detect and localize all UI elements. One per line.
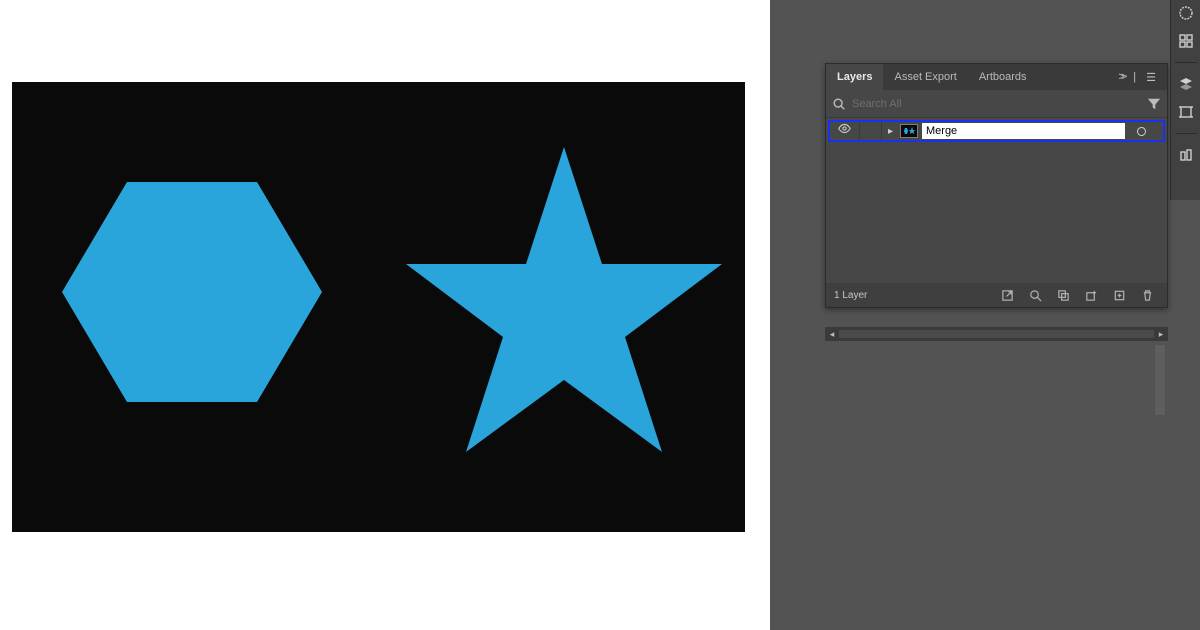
right-icon-rail [1170, 0, 1200, 200]
scroll-left-icon[interactable]: ◂ [825, 329, 839, 340]
artboard-svg [12, 82, 745, 532]
panel-menu-icon[interactable]: ☰ [1141, 71, 1161, 84]
rail-divider [1175, 62, 1197, 63]
search-icon [832, 97, 846, 111]
layer-search-row [826, 90, 1167, 118]
panel-footer: 1 Layer [826, 283, 1167, 307]
layers-list: ▸ [826, 118, 1167, 283]
scroll-track[interactable] [839, 330, 1154, 338]
layer-thumbnail [900, 124, 918, 138]
filter-icon[interactable] [1147, 97, 1161, 111]
canvas-area [0, 0, 770, 630]
scroll-right-icon[interactable]: ▸ [1154, 329, 1168, 340]
layer-count-label: 1 Layer [834, 290, 867, 301]
workspace-v-scrollbar[interactable] [1155, 345, 1165, 415]
hexagon-shape[interactable] [62, 182, 322, 402]
panel-tabs: Layers Asset Export Artboards >> | ☰ [826, 64, 1167, 90]
panel-h-scrollbar[interactable]: ◂ ▸ [825, 327, 1168, 341]
tab-artboards[interactable]: Artboards [968, 64, 1038, 90]
divider: | [1128, 71, 1141, 83]
locate-icon[interactable] [1028, 288, 1042, 302]
lock-cell[interactable] [860, 122, 882, 140]
expand-layer-icon[interactable]: ▸ [882, 126, 896, 137]
layers-icon[interactable] [1177, 75, 1195, 93]
libraries-icon[interactable] [1177, 146, 1195, 164]
delete-layer-icon[interactable] [1140, 288, 1154, 302]
rail-divider [1175, 133, 1197, 134]
tab-asset-export[interactable]: Asset Export [883, 64, 967, 90]
right-ui-area: Layers Asset Export Artboards >> | ☰ [770, 0, 1200, 630]
layers-panel: Layers Asset Export Artboards >> | ☰ [825, 63, 1168, 308]
layer-row-merge[interactable]: ▸ [828, 120, 1165, 142]
layer-name-input[interactable] [922, 123, 1125, 139]
export-icon[interactable] [1000, 288, 1014, 302]
artboard[interactable] [12, 82, 745, 532]
target-layer-icon[interactable] [1129, 127, 1153, 136]
collapse-panel-icon[interactable]: >> [1113, 71, 1128, 83]
layer-search-input[interactable] [852, 98, 1141, 110]
star-shape[interactable] [406, 147, 722, 452]
artboards-icon[interactable] [1177, 103, 1195, 121]
tab-layers[interactable]: Layers [826, 64, 883, 90]
new-layer-icon[interactable] [1112, 288, 1126, 302]
clip-mask-icon[interactable] [1056, 288, 1070, 302]
eye-icon [838, 122, 851, 140]
new-sublayer-icon[interactable] [1084, 288, 1098, 302]
color-icon[interactable] [1177, 4, 1195, 22]
swatches-icon[interactable] [1177, 32, 1195, 50]
visibility-toggle[interactable] [830, 122, 860, 140]
